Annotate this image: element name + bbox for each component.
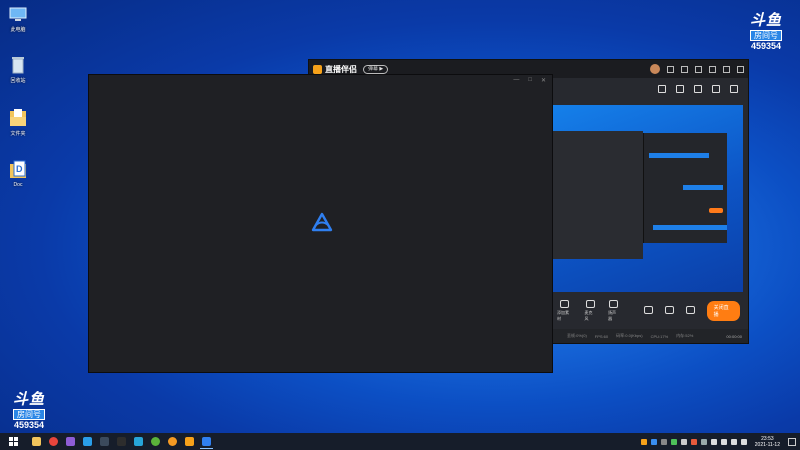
taskbar-item-diamond[interactable]	[132, 434, 145, 449]
tray-icon[interactable]	[660, 438, 667, 445]
taskbar-item-green[interactable]	[149, 434, 162, 449]
gear-button[interactable]	[685, 306, 695, 316]
start-button[interactable]	[0, 437, 26, 446]
taskbar: 23:53 2021-11-12	[0, 433, 800, 450]
speaker-button[interactable]: 扬声器	[608, 300, 620, 322]
minimize-icon[interactable]: —	[513, 77, 519, 84]
ime-icon[interactable]	[740, 438, 747, 445]
preview-stripe	[653, 225, 727, 230]
settings-icon[interactable]	[681, 65, 688, 73]
desktop-icon-folder[interactable]: 文件夹	[4, 108, 32, 137]
camera-button[interactable]	[643, 306, 653, 316]
status-bitrate: 码率:0.0(Kbps)	[616, 333, 643, 338]
tray-app-icon[interactable]	[650, 438, 657, 445]
tray-wechat-icon[interactable]	[670, 438, 677, 445]
green-app-icon	[151, 437, 160, 446]
live-icon	[202, 436, 211, 446]
douyu-watermark-bottom: 斗鱼 房间号 459354	[13, 391, 46, 430]
clock[interactable]: 23:53 2021-11-12	[755, 436, 780, 448]
menu-icon[interactable]	[695, 65, 702, 73]
taskbar-item-douyu[interactable]	[183, 434, 196, 449]
gift-icon[interactable]	[658, 85, 666, 93]
system-tray: 23:53 2021-11-12	[640, 436, 800, 448]
douyu-watermark-top: 斗鱼 房间号 459354	[749, 12, 782, 51]
loading-spinner-icon	[310, 212, 334, 241]
taskbar-item-live[interactable]	[200, 434, 213, 449]
desktop-icon-this-pc[interactable]: 此电脑	[4, 4, 32, 33]
maximize-icon[interactable]: □	[528, 77, 532, 84]
app-logo-icon	[313, 64, 322, 74]
chrome-icon	[49, 437, 58, 446]
status-cpu: CPU:17%	[650, 333, 669, 339]
tray-douyu-icon[interactable]	[640, 438, 647, 445]
desktop-icon-recycle-bin[interactable]: 回收站	[4, 55, 32, 84]
close-icon[interactable]	[737, 65, 744, 73]
share-icon[interactable]	[730, 85, 738, 93]
preview-stripe	[683, 185, 723, 190]
vscode-icon	[83, 437, 92, 446]
diamond-icon	[134, 437, 143, 446]
add-source-icon	[560, 300, 570, 308]
stop-live-button[interactable]: 关闭直播	[706, 301, 740, 321]
taskbar-item-app[interactable]	[98, 434, 111, 449]
camera-icon	[643, 306, 653, 314]
taskbar-item-chrome[interactable]	[47, 434, 60, 449]
tray-icon[interactable]	[700, 438, 707, 445]
status-fps: FPS:60	[594, 333, 609, 339]
maximize-icon[interactable]	[723, 65, 730, 73]
preview-nested-window	[553, 131, 643, 259]
svg-text:D: D	[16, 164, 23, 174]
eye-button[interactable]	[664, 306, 674, 316]
speaker-icon	[609, 300, 619, 308]
windows-icon	[8, 437, 18, 446]
volume-icon[interactable]	[730, 438, 737, 445]
taskbar-item-explorer[interactable]	[30, 434, 43, 449]
stream-time: 00:00:00	[726, 333, 742, 339]
minimize-icon[interactable]	[709, 65, 716, 73]
orange-app-icon	[168, 437, 177, 446]
notification-icon[interactable]	[788, 437, 796, 446]
tray-icon[interactable]	[680, 438, 687, 445]
bell-icon[interactable]	[712, 85, 720, 93]
close-icon[interactable]: ✕	[541, 77, 546, 84]
chat-icon[interactable]	[694, 85, 702, 93]
douyu-icon	[185, 437, 194, 446]
version-pill[interactable]: 弹幕 ▶	[363, 64, 389, 74]
eye-icon	[664, 306, 674, 314]
skin-icon[interactable]	[667, 65, 674, 73]
preview-button	[709, 208, 723, 213]
desktop-icon-doc[interactable]: D Doc	[4, 160, 32, 188]
taskbar-item-vs[interactable]	[64, 434, 77, 449]
recycle-bin-icon	[8, 55, 28, 75]
network-icon[interactable]	[720, 438, 727, 445]
app-icon	[100, 437, 109, 446]
preview-stripe	[649, 153, 709, 158]
computer-icon	[8, 4, 28, 24]
lock-icon[interactable]	[676, 85, 684, 93]
taskbar-item-orange[interactable]	[166, 434, 179, 449]
loading-window[interactable]: — □ ✕	[88, 74, 553, 373]
status-drop: 丢帧:0%(0)	[567, 333, 587, 338]
stream-preview[interactable]	[553, 105, 743, 292]
microphone-button[interactable]: 麦克风	[584, 300, 596, 322]
microphone-icon	[585, 300, 595, 308]
word-icon: D	[8, 160, 28, 180]
tray-icon[interactable]	[690, 438, 697, 445]
gear-icon	[685, 306, 695, 314]
taskbar-item-terminal[interactable]	[115, 434, 128, 449]
app-title: 直播伴侣	[325, 64, 357, 74]
add-source-button[interactable]: 添加素材	[557, 300, 572, 322]
tray-icon[interactable]	[710, 438, 717, 445]
avatar[interactable]	[650, 64, 660, 74]
folder-icon	[32, 437, 41, 446]
status-mem: 内存:52%	[676, 333, 694, 338]
folder-icon	[8, 108, 28, 128]
taskbar-item-vscode[interactable]	[81, 434, 94, 449]
terminal-icon	[117, 437, 126, 446]
visual-studio-icon	[66, 437, 75, 446]
